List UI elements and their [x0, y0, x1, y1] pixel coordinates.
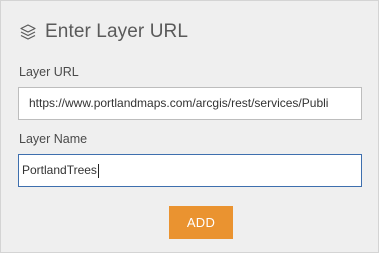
add-button[interactable]: ADD: [169, 206, 233, 239]
layer-name-label: Layer Name: [19, 132, 88, 146]
panel-header: Enter Layer URL: [19, 19, 188, 45]
layers-icon: [19, 23, 37, 41]
text-cursor: [97, 163, 99, 178]
layer-url-label: Layer URL: [19, 65, 79, 79]
layer-name-value: PortlandTrees: [22, 163, 97, 177]
layer-url-input[interactable]: https://www.portlandmaps.com/arcgis/rest…: [18, 87, 362, 120]
panel-title: Enter Layer URL: [45, 21, 189, 42]
layer-name-input[interactable]: PortlandTrees: [18, 154, 362, 187]
layer-url-value: https://www.portlandmaps.com/arcgis/rest…: [29, 96, 329, 110]
enter-layer-url-panel: Enter Layer URL Layer URL https://www.po…: [0, 0, 379, 253]
